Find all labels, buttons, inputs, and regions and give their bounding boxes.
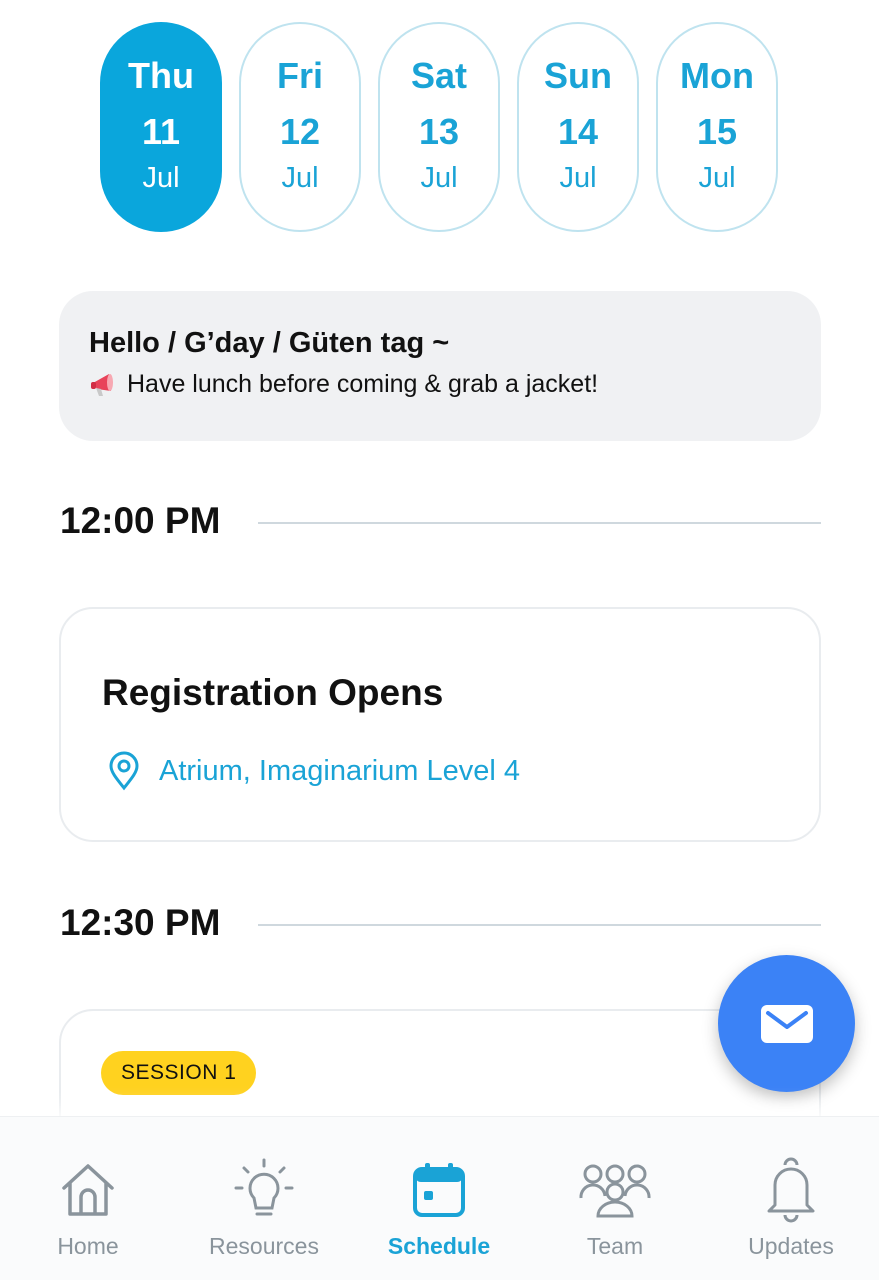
announcement-message: Have lunch before coming & grab a jacket…	[127, 369, 599, 398]
megaphone-icon	[91, 374, 113, 396]
calendar-icon	[413, 1163, 465, 1217]
nav-home[interactable]: Home	[8, 1117, 168, 1280]
announcement-banner: Hello / G’day / Güten tag ~ Have lunch b…	[59, 291, 821, 441]
nav-label: Team	[586, 1233, 644, 1259]
date-dow: Thu	[128, 55, 194, 96]
message-fab-button[interactable]	[718, 955, 855, 1092]
date-month: Jul	[559, 162, 597, 194]
schedule-screen: Thu 11 Jul Fri 12 Jul Sat 13 Jul Sun 14 …	[0, 0, 879, 1280]
time-divider	[258, 522, 821, 524]
team-icon	[579, 1164, 651, 1218]
nav-label: Updates	[748, 1233, 834, 1259]
date-dow: Mon	[680, 55, 754, 96]
nav-label: Schedule	[387, 1233, 491, 1259]
date-pill-thu[interactable]: Thu 11 Jul	[100, 22, 222, 232]
date-month: Jul	[698, 162, 736, 194]
date-pill-mon[interactable]: Mon 15 Jul	[656, 22, 778, 232]
time-divider	[258, 924, 821, 926]
date-month: Jul	[142, 162, 180, 194]
event-card[interactable]: Registration Opens Atrium, Imaginarium L…	[59, 607, 821, 842]
date-pill-sun[interactable]: Sun 14 Jul	[517, 22, 639, 232]
nav-schedule[interactable]: Schedule	[359, 1117, 519, 1280]
time-header: 12:30 PM	[60, 902, 821, 944]
date-dow: Sat	[410, 55, 468, 96]
date-day: 12	[279, 111, 321, 152]
event-title: Registration Opens	[102, 672, 444, 713]
lightbulb-icon	[234, 1158, 294, 1216]
session-badge: SESSION 1	[101, 1051, 257, 1095]
date-dow: Sun	[544, 55, 612, 96]
date-dow: Fri	[276, 55, 323, 96]
event-location-text: Atrium, Imaginarium Level 4	[159, 754, 521, 787]
event-location[interactable]: Atrium, Imaginarium Level 4	[107, 751, 520, 791]
date-day: 13	[418, 111, 460, 152]
location-pin-icon	[109, 751, 139, 791]
date-day: 11	[141, 111, 181, 152]
mail-icon	[760, 1004, 813, 1043]
nav-team[interactable]: Team	[535, 1117, 695, 1280]
date-pill-sat[interactable]: Sat 13 Jul	[378, 22, 500, 232]
announcement-message-row: Have lunch before coming & grab a jacket…	[89, 369, 791, 399]
time-label: 12:00 PM	[60, 500, 221, 541]
time-header: 12:00 PM	[60, 500, 821, 542]
nav-label: Resources	[209, 1233, 319, 1259]
nav-label: Home	[57, 1233, 119, 1259]
date-day: 15	[696, 111, 738, 152]
nav-resources[interactable]: Resources	[184, 1117, 344, 1280]
bottom-navigation: Home Resources Schedule Team Updates	[0, 1116, 879, 1280]
time-label: 12:30 PM	[60, 902, 221, 943]
date-selector: Thu 11 Jul Fri 12 Jul Sat 13 Jul Sun 14 …	[100, 22, 778, 232]
date-pill-fri[interactable]: Fri 12 Jul	[239, 22, 361, 232]
date-month: Jul	[281, 162, 319, 194]
date-month: Jul	[420, 162, 458, 194]
home-icon	[62, 1164, 114, 1216]
announcement-title: Hello / G’day / Güten tag ~	[89, 327, 450, 359]
nav-updates[interactable]: Updates	[711, 1117, 871, 1280]
date-day: 14	[557, 111, 599, 152]
bell-icon	[767, 1157, 815, 1223]
